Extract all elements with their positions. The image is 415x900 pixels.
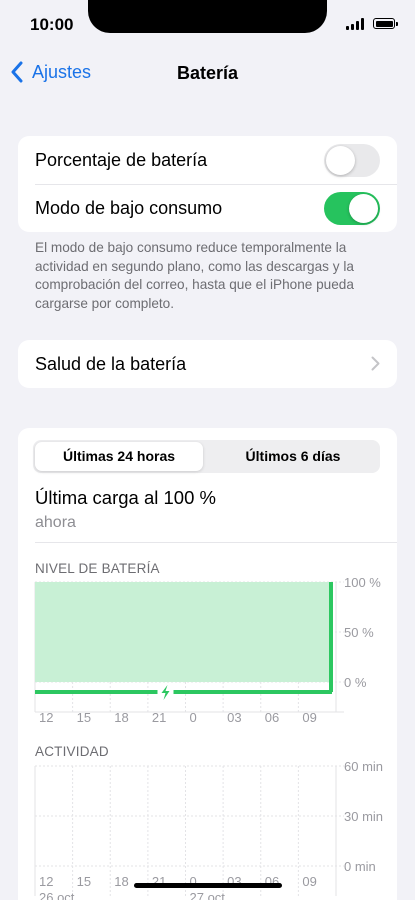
battery-chart-x-tick: 21 <box>152 710 166 725</box>
battery-percentage-toggle[interactable] <box>324 144 380 177</box>
battery-level-charge-bar <box>329 582 333 692</box>
status-bar: 10:00 <box>0 0 415 44</box>
battery-chart-x-tick: 0 <box>190 710 197 725</box>
activity-chart-y-tick: 60 min <box>344 759 383 774</box>
battery-percentage-label: Porcentaje de batería <box>35 149 208 170</box>
battery-chart-x-tick: 18 <box>114 710 128 725</box>
battery-chart-x-tick: 06 <box>265 710 279 725</box>
battery-health-card[interactable]: Salud de la batería <box>18 340 397 388</box>
activity-chart-y-tick: 0 min <box>344 859 376 874</box>
battery-chart-y-tick: 0 % <box>344 675 367 690</box>
status-time: 10:00 <box>30 15 74 34</box>
low-power-mode-row: Modo de bajo consumo <box>18 184 397 232</box>
battery-chart-y-tick: 50 % <box>344 625 374 640</box>
activity-chart-date-label: 27 oct. <box>190 890 229 900</box>
battery-chart-x-tick: 15 <box>77 710 91 725</box>
activity-chart-date-label: 26 oct. <box>39 890 78 900</box>
activity-chart-x-tick: 12 <box>39 874 53 889</box>
battery-level-area <box>35 582 330 682</box>
battery-chart-x-tick: 03 <box>227 710 241 725</box>
toggles-card: Porcentaje de batería Modo de bajo consu… <box>18 136 397 232</box>
notch <box>88 0 327 33</box>
navigation-bar: Ajustes Batería <box>0 56 415 92</box>
page-title: Batería <box>176 63 239 83</box>
battery-chart-y-tick: 100 % <box>344 575 381 590</box>
low-power-footnote: El modo de bajo consumo reduce temporalm… <box>35 240 354 311</box>
battery-chart-x-tick: 12 <box>39 710 53 725</box>
battery-percentage-row: Porcentaje de batería <box>18 136 397 184</box>
low-power-mode-toggle[interactable] <box>324 192 380 225</box>
activity-chart-x-tick: 15 <box>77 874 91 889</box>
activity-chart-x-tick: 18 <box>114 874 128 889</box>
battery-chart-x-tick: 09 <box>302 710 316 725</box>
usage-card: Últimas 24 horas Últimos 6 días Última c… <box>18 428 397 900</box>
cellular-signal-icon <box>346 18 366 30</box>
low-power-mode-label: Modo de bajo consumo <box>35 197 223 218</box>
battery-health-row[interactable]: Salud de la batería <box>18 340 397 388</box>
activity-chart-y-tick: 30 min <box>344 809 383 824</box>
activity-chart-x-tick: 09 <box>302 874 316 889</box>
battery-level-bottom-bar <box>35 690 332 694</box>
battery-health-label: Salud de la batería <box>35 353 187 374</box>
home-indicator <box>134 883 282 888</box>
battery-status-icon <box>373 18 398 29</box>
usage-charts: 100 % 50 % 0 % 12 15 18 21 0 03 06 09 60 min 30 min 0… <box>34 575 383 900</box>
chevron-right-icon <box>371 356 380 371</box>
